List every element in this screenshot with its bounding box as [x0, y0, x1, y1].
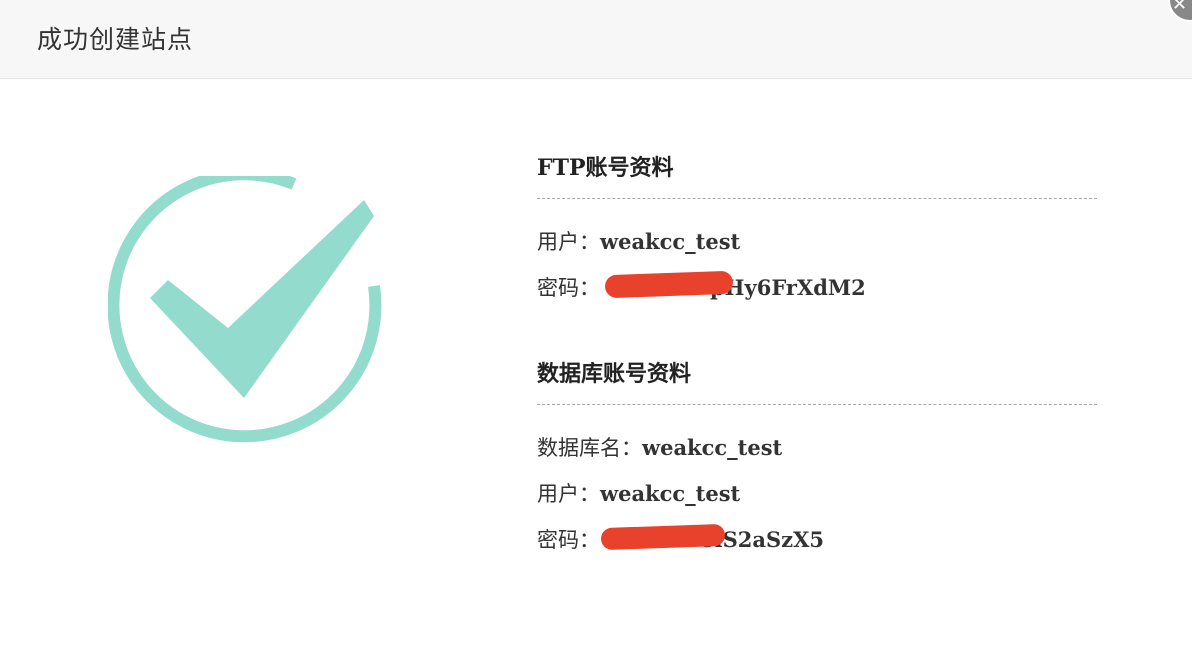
- close-icon: ✕: [1172, 0, 1188, 15]
- dialog-header: 成功创建站点: [0, 0, 1192, 79]
- check-circle-icon: [108, 176, 382, 443]
- ftp-section-title: FTP账号资料: [537, 155, 674, 181]
- db-user-value: weakcc_test: [600, 481, 741, 506]
- db-name-value: weakcc_test: [642, 435, 783, 460]
- ftp-password-redaction: [604, 270, 734, 299]
- db-section-title: 数据库账号资料: [537, 361, 692, 387]
- success-dialog: 成功创建站点 ✕ FTP账号资料 用户：weakcc_test 密码： pHy6F…: [0, 0, 1192, 656]
- dialog-title: 成功创建站点: [37, 25, 194, 54]
- ftp-user-value: weakcc_test: [600, 229, 741, 254]
- db-name-row: 数据库名：weakcc_test: [537, 432, 782, 462]
- db-user-label: 用户：: [537, 482, 600, 506]
- ftp-user-row: 用户：weakcc_test: [537, 226, 740, 256]
- ftp-password-label: 密码：: [537, 276, 600, 300]
- db-password-label: 密码：: [537, 528, 600, 552]
- db-divider: [537, 404, 1097, 405]
- ftp-divider: [537, 198, 1097, 199]
- db-name-label: 数据库名：: [537, 436, 642, 460]
- db-password-redaction: [600, 523, 726, 551]
- db-user-row: 用户：weakcc_test: [537, 478, 740, 508]
- ftp-user-label: 用户：: [537, 230, 600, 254]
